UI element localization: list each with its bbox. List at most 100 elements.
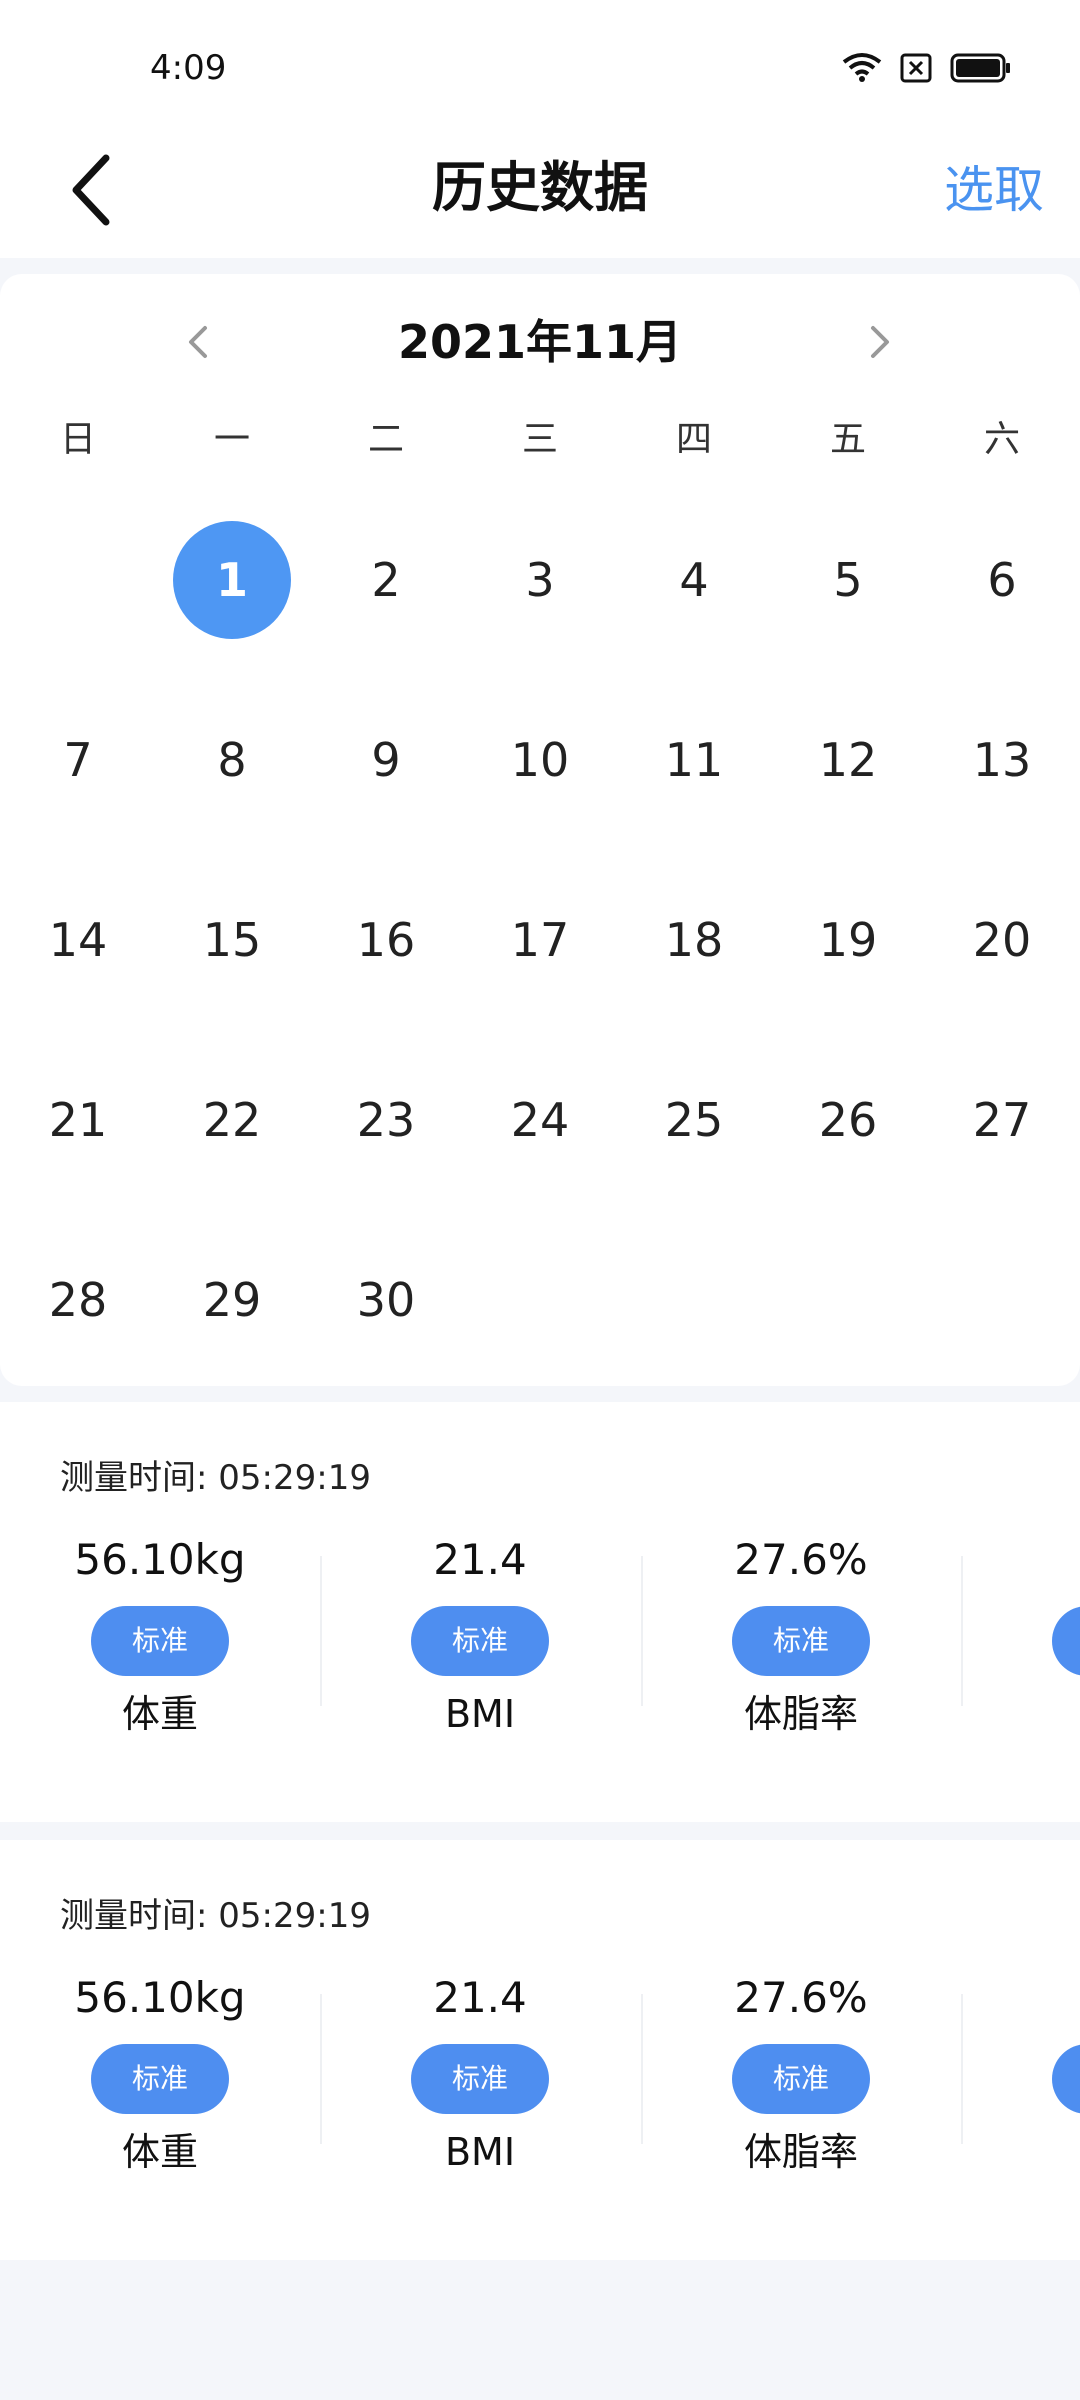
calendar-day-number: 28 xyxy=(48,1273,108,1327)
chevron-right-icon xyxy=(871,326,889,358)
metric-value: 56.10kg xyxy=(74,1535,246,1584)
calendar-day[interactable]: 7 xyxy=(1,670,155,850)
weekday-label: 六 xyxy=(983,419,1020,460)
calendar-day-number: 12 xyxy=(818,733,878,787)
measurement-record[interactable]: 测量时间: 05:29:19 56.10kg 标准 体重 21.4 标准 BMI 27.6%… xyxy=(0,1840,1080,2260)
calendar-day[interactable]: 25 xyxy=(617,1030,771,1210)
calendar-day[interactable]: 29 xyxy=(155,1210,309,1390)
calendar-day[interactable]: 10 xyxy=(463,670,617,850)
calendar-day-number: 24 xyxy=(510,1093,570,1147)
calendar-day-number: 13 xyxy=(972,733,1032,787)
metric-divider xyxy=(961,1994,963,2144)
status-bar: 4:09 xyxy=(0,0,1080,130)
calendar-day-number: 7 xyxy=(63,733,93,787)
calendar-day[interactable]: 16 xyxy=(309,850,463,1030)
day-blank xyxy=(1,490,155,670)
measurement-time: 测量时间: 05:29:19 xyxy=(60,1896,371,1936)
calendar-day-number: 15 xyxy=(202,913,262,967)
calendar-day[interactable]: 28 xyxy=(1,1210,155,1390)
nav-bar: 历史数据 选取 xyxy=(0,130,1080,258)
metric-value: 27.6% xyxy=(734,1973,868,2022)
days-grid: 1 2 3 4 5 6 7 8 9 10 11 12 13 14 15 16 17 18 19 20 21 22 23 24 2… xyxy=(0,490,1080,1390)
metric-value: 5 xyxy=(961,1970,1080,2026)
calendar-day[interactable]: 14 xyxy=(1,850,155,1030)
calendar-day[interactable]: 8 xyxy=(155,670,309,850)
calendar-day-number: 29 xyxy=(202,1273,262,1327)
calendar-day[interactable]: 26 xyxy=(771,1030,925,1210)
metric-value: 27.6% xyxy=(734,1535,868,1584)
measurement-record[interactable]: 测量时间: 05:29:19 56.10kg 标准体重 21.4 标准 BMI 27.6%… xyxy=(0,1402,1080,1822)
calendar-day[interactable]: 30 xyxy=(309,1210,463,1390)
calendar-day-number: 17 xyxy=(510,913,570,967)
calendar: 2021年11月 日一二三四五六 1 2 3 4 5 6 7 8 9 10 11 12 13 14 15 16… xyxy=(0,274,1080,1386)
calendar-day-number: 5 xyxy=(833,553,863,607)
calendar-day-number: 30 xyxy=(356,1273,416,1327)
sim-off-icon xyxy=(900,53,932,83)
calendar-day[interactable]: 18 xyxy=(617,850,771,1030)
metrics-row: 56.10kg 标准体重 21.4 标准 BMI 27.6% 标准体脂率 5 xyxy=(0,1970,1080,2200)
metric-item: 27.6% 标准 体脂率 xyxy=(641,1532,961,1762)
calendar-day-number: 23 xyxy=(356,1093,416,1147)
calendar-day[interactable]: 9 xyxy=(309,670,463,850)
metric-divider xyxy=(320,1994,322,2144)
calendar-day[interactable]: 21 xyxy=(1,1030,155,1210)
measurement-time: 测量时间: 05:29:19 xyxy=(60,1458,371,1498)
calendar-day-number: 27 xyxy=(972,1093,1032,1147)
calendar-day[interactable]: 20 xyxy=(925,850,1079,1030)
calendar-day[interactable]: 27 xyxy=(925,1030,1079,1210)
calendar-day-number: 1 xyxy=(173,521,291,639)
calendar-day-number: 18 xyxy=(664,913,724,967)
calendar-day[interactable]: 1 xyxy=(155,490,309,670)
status-badge: 标准 xyxy=(91,2044,229,2114)
calendar-day-number: 21 xyxy=(48,1093,108,1147)
status-badge xyxy=(1052,2044,1080,2114)
battery-icon xyxy=(950,53,1010,83)
calendar-day-number: 20 xyxy=(972,913,1032,967)
status-badge: 标准 xyxy=(411,1606,549,1676)
calendar-day[interactable]: 11 xyxy=(617,670,771,850)
calendar-day-number: 11 xyxy=(664,733,724,787)
metric-divider xyxy=(641,1556,643,1706)
status-icons xyxy=(842,52,1012,84)
calendar-day-number: 3 xyxy=(525,553,555,607)
metric-label: 体重 xyxy=(121,2130,198,2174)
metric-label: BMI xyxy=(444,2130,516,2174)
metric-divider xyxy=(961,1556,963,1706)
metrics-row: 56.10kg 标准体重 21.4 标准 BMI 27.6% 标准体脂率 5 xyxy=(0,1532,1080,1762)
metric-value: 5 xyxy=(961,1532,1080,1588)
month-header: 2021年11月 xyxy=(0,302,1080,382)
calendar-day[interactable]: 5 xyxy=(771,490,925,670)
next-month-button[interactable] xyxy=(850,312,910,372)
metric-item: 56.10kg 标准 体重 xyxy=(0,1970,320,2200)
metric-label: 体脂率 xyxy=(743,2130,858,2174)
calendar-day-number: 25 xyxy=(664,1093,724,1147)
weekday-label: 日 xyxy=(59,419,96,460)
metric-item: 21.4 标准 BMI xyxy=(320,1970,640,2200)
calendar-day-number: 22 xyxy=(202,1093,262,1147)
weekday-row: 日一二三四五六 xyxy=(0,410,1080,470)
calendar-day[interactable]: 13 xyxy=(925,670,1079,850)
metric-label: 体重 xyxy=(121,1692,198,1736)
calendar-day[interactable]: 19 xyxy=(771,850,925,1030)
calendar-day[interactable]: 4 xyxy=(617,490,771,670)
calendar-day[interactable]: 15 xyxy=(155,850,309,1030)
select-button[interactable]: 选取 xyxy=(944,154,1044,226)
metric-item: 5 xyxy=(961,1970,1080,2200)
page-title: 历史数据 xyxy=(432,156,648,219)
calendar-day[interactable]: 22 xyxy=(155,1030,309,1210)
calendar-day[interactable]: 12 xyxy=(771,670,925,850)
calendar-day[interactable]: 2 xyxy=(309,490,463,670)
status-badge: 标准 xyxy=(732,2044,870,2114)
calendar-day-number: 10 xyxy=(510,733,570,787)
status-time: 4:09 xyxy=(150,48,227,88)
metric-item: 21.4 标准 BMI xyxy=(320,1532,640,1762)
status-badge: 标准 xyxy=(732,1606,870,1676)
calendar-day[interactable]: 17 xyxy=(463,850,617,1030)
calendar-day[interactable]: 24 xyxy=(463,1030,617,1210)
calendar-day[interactable]: 3 xyxy=(463,490,617,670)
calendar-day[interactable]: 23 xyxy=(309,1030,463,1210)
calendar-day-number: 6 xyxy=(987,553,1017,607)
metric-item: 5 xyxy=(961,1532,1080,1762)
calendar-day[interactable]: 6 xyxy=(925,490,1079,670)
calendar-day-number: 8 xyxy=(217,733,247,787)
